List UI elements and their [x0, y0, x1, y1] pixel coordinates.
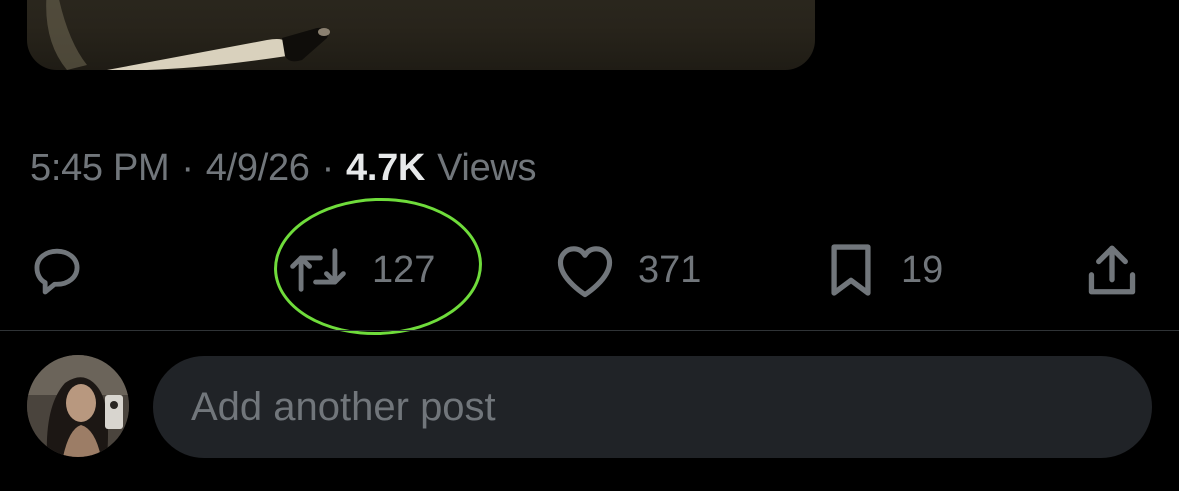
avatar-photo [27, 355, 129, 457]
bookmark-button[interactable]: 19 [823, 235, 943, 305]
heart-icon [554, 241, 616, 299]
share-upload-icon [1084, 241, 1140, 299]
like-button[interactable]: 371 [554, 235, 701, 305]
bookmark-count: 19 [901, 248, 944, 291]
post-media-image[interactable] [27, 0, 815, 70]
divider [0, 330, 1179, 331]
post-time: 5:45 PM [30, 146, 170, 189]
speech-bubble-icon [28, 241, 86, 299]
reply-button[interactable] [28, 235, 86, 305]
post-action-bar: 127 371 19 [0, 235, 1179, 305]
green-highlight-circle [271, 194, 485, 339]
bookmark-icon [823, 241, 879, 299]
views-count[interactable]: 4.7K [346, 147, 425, 190]
share-button[interactable] [1084, 235, 1140, 305]
compose-input[interactable] [189, 383, 1093, 431]
avatar[interactable] [27, 355, 129, 457]
meta-separator: · [181, 146, 194, 189]
media-image-content [46, 0, 330, 70]
post-metadata: 5:45 PM · 4/9/26 · 4.7K Views [30, 140, 537, 196]
views-label[interactable]: Views [437, 147, 536, 190]
meta-separator: · [321, 146, 335, 189]
post-date: 4/9/26 [205, 146, 310, 189]
like-count: 371 [638, 248, 702, 291]
add-another-post-field[interactable] [153, 356, 1152, 458]
